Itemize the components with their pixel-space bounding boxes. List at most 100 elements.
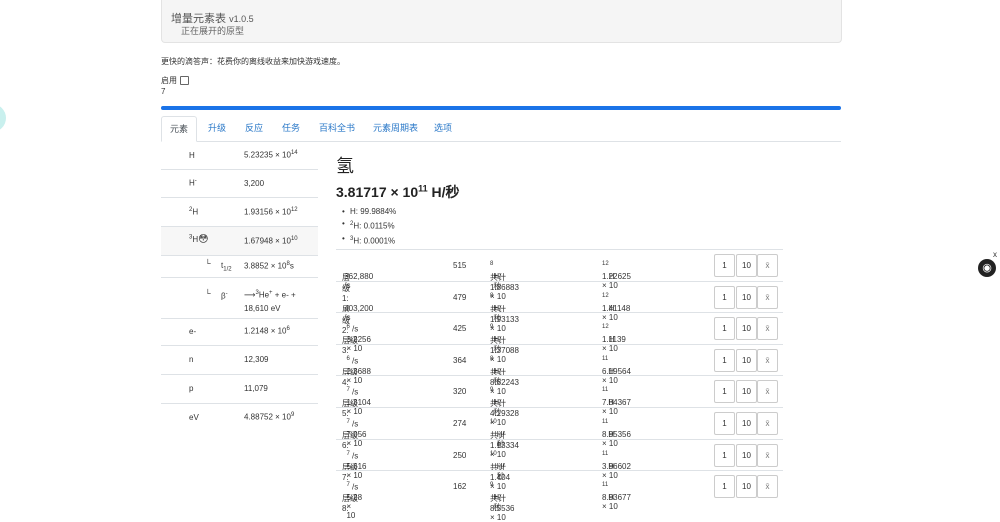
buy-ten-button[interactable]: 10	[736, 475, 757, 499]
level-row: 层级 7: 5.616 × 10 7 /s 250 共计 1.404 × 10 10 H…	[336, 438, 783, 491]
element-amount: 1.67948 × 1010	[244, 236, 298, 246]
level-cost: 7.84367 × 10 11 H	[602, 387, 631, 417]
element-amount: 4.88752 × 109	[244, 412, 295, 422]
offline-tip: 更快的滴答声：花费你的离线收益来加快游戏速度。	[161, 57, 345, 66]
buy-ten-button[interactable]: 10	[736, 285, 757, 309]
level-row: 层级 1: 362,880 /s 515 共计 1.86883 × 10 8 H/秒 1…	[336, 249, 783, 303]
buy-one-button[interactable]: 1	[714, 475, 735, 499]
element-row-h2[interactable]: 2H 1.93156 × 1012	[161, 198, 318, 227]
half-life-label: t1/2	[221, 261, 232, 273]
buy-one-button[interactable]: 1	[714, 254, 735, 277]
buy-max-button[interactable]: x̄	[757, 380, 778, 404]
element-row-h3[interactable]: 3H😳 1.67948 × 1010	[161, 227, 318, 256]
tick-counter: 7	[161, 87, 166, 96]
element-symbol: e-	[189, 327, 197, 336]
element-row-proton[interactable]: p 11,079	[161, 375, 318, 404]
tab-periodic-table[interactable]: 元素周期表	[373, 116, 418, 140]
tab-reactions[interactable]: 反应	[245, 116, 263, 140]
flushed-emoji-icon: 😳	[198, 234, 209, 245]
level-cost: 6.19564 × 10 11 H	[602, 355, 631, 385]
buy-max-button[interactable]: x̄	[757, 475, 778, 499]
half-life-value: 3.8852 × 108s	[244, 261, 294, 271]
tab-bar: 元素 升级 反应 任务 百科全书 元素周期表 选项	[161, 116, 841, 142]
level-count: 162	[453, 482, 467, 492]
side-decoration	[0, 104, 6, 132]
buy-one-button[interactable]: 1	[714, 412, 735, 435]
level-row: 层级 8: 5.28 × 10 7 /s 162 共计 8.5536 × 10 9 H/…	[336, 470, 783, 522]
level-count: 479	[453, 292, 467, 302]
tab-options[interactable]: 选项	[434, 116, 452, 140]
element-symbol: 2H	[189, 207, 199, 217]
buy-max-button[interactable]: x̄	[757, 285, 778, 309]
level-label: 层级 8: 5.28 × 10 7 /s	[342, 482, 363, 521]
buy-ten-button[interactable]: 10	[736, 317, 757, 341]
buy-one-button[interactable]: 1	[714, 317, 735, 341]
element-amount: 12,309	[244, 355, 269, 364]
level-label: 层级 5: 1.3104 × 10 7 /s	[342, 387, 371, 419]
level-cost: 8.93677 × 10 11 H	[602, 482, 631, 512]
buy-max-button[interactable]: x̄	[757, 412, 778, 435]
level-total: 共计 8.5536 × 10 9 H/秒	[490, 482, 515, 522]
element-row-electron[interactable]: e- 1.2148 × 106	[161, 319, 318, 346]
tab-encyclopedia[interactable]: 百科全书	[319, 116, 355, 140]
decay-products: ⟶3He+ + e- +18,610 eV	[244, 290, 296, 313]
buy-max-button[interactable]: x̄	[757, 443, 778, 467]
element-symbol: H	[189, 151, 195, 160]
isotope-item: 3H: 0.0001%	[342, 233, 396, 248]
level-total: 共计 1.37088 × 10 9 H/秒	[490, 324, 519, 365]
buy-one-button[interactable]: 1	[714, 443, 735, 467]
tree-branch-icon: └	[205, 259, 211, 268]
buy-one-button[interactable]: 1	[714, 380, 735, 404]
level-total: 共计 1.93334 × 10 10 H/秒	[490, 419, 519, 459]
tab-upgrades[interactable]: 升级	[208, 116, 226, 140]
level-cost: 8.95356 × 10 11 H	[602, 419, 631, 448]
element-rate: 3.81717 × 1011 H/秒	[336, 183, 460, 200]
level-count: 274	[453, 419, 467, 428]
element-name: 氢	[336, 156, 354, 176]
buy-one-button[interactable]: 1	[714, 348, 735, 372]
level-total: 共计 1.93133 × 10 8 H/秒	[490, 292, 519, 333]
element-row-h-minus[interactable]: H- 3,200	[161, 170, 318, 198]
element-amount: 1.93156 × 1012	[244, 207, 298, 217]
element-row-neutron[interactable]: n 12,309	[161, 346, 318, 375]
level-count: 320	[453, 387, 467, 397]
buy-ten-button[interactable]: 10	[736, 254, 757, 277]
level-label: 层级 6: 7.056 × 10 7 /s	[342, 419, 367, 450]
element-symbol: H-	[189, 178, 197, 188]
level-label: 层级 4: 2.3688 × 10 6 /s	[342, 355, 371, 387]
enable-checkbox[interactable]	[180, 76, 189, 85]
level-label: 层级 7: 5.616 × 10 7 /s	[342, 450, 367, 482]
element-amount: 11,079	[244, 384, 268, 393]
buy-ten-button[interactable]: 10	[736, 443, 757, 467]
buy-ten-button[interactable]: 10	[736, 348, 757, 372]
element-amount: 5.23235 × 1014	[244, 150, 298, 160]
buy-max-button[interactable]: x̄	[757, 317, 778, 341]
element-amount: 1.2148 × 106	[244, 326, 290, 336]
buy-ten-button[interactable]: 10	[736, 412, 757, 435]
tab-elements[interactable]: 元素	[161, 116, 197, 142]
level-row: 层级 6: 7.056 × 10 7 /s 274 共计 1.93334 × 10 10…	[336, 407, 783, 459]
github-icon[interactable]: ◉	[978, 259, 996, 277]
level-row: 层级 4: 2.3688 × 10 6 /s 364 共计 8.62243 × 10 8…	[336, 343, 783, 396]
level-row: 层级 5: 1.3104 × 10 7 /s 320 共计 4.19328 × 10 9…	[336, 375, 783, 427]
level-count: 250	[453, 450, 467, 460]
buy-max-button[interactable]: x̄	[757, 254, 778, 277]
buy-max-button[interactable]: x̄	[757, 348, 778, 372]
isotope-list: H: 99.9884% 2H: 0.0115% 3H: 0.0001%	[342, 206, 396, 248]
buy-ten-button[interactable]: 10	[736, 380, 757, 404]
enable-toggle[interactable]: 启用	[161, 75, 189, 86]
element-row-h[interactable]: H 5.23235 × 1014	[161, 142, 318, 170]
element-row-ev[interactable]: eV 4.88752 × 109	[161, 404, 318, 432]
progress-bar	[161, 106, 841, 110]
tree-branch-icon: └	[205, 289, 211, 298]
buy-one-button[interactable]: 1	[714, 285, 735, 309]
element-symbol: n	[189, 355, 194, 364]
half-life-row: └ t1/2 3.8852 × 108s	[161, 256, 318, 278]
tab-tasks[interactable]: 任务	[282, 116, 300, 140]
level-label: 层级 2: 403,200 /s	[342, 303, 374, 335]
level-total: 共计 1.86883 × 10 8 H/秒	[490, 261, 519, 301]
close-icon[interactable]: x	[993, 250, 997, 259]
level-label: 层级 3: 3.2256 × 10 6 /s	[342, 324, 371, 356]
element-amount: 3,200	[244, 179, 265, 188]
decay-label: β-	[221, 291, 228, 301]
